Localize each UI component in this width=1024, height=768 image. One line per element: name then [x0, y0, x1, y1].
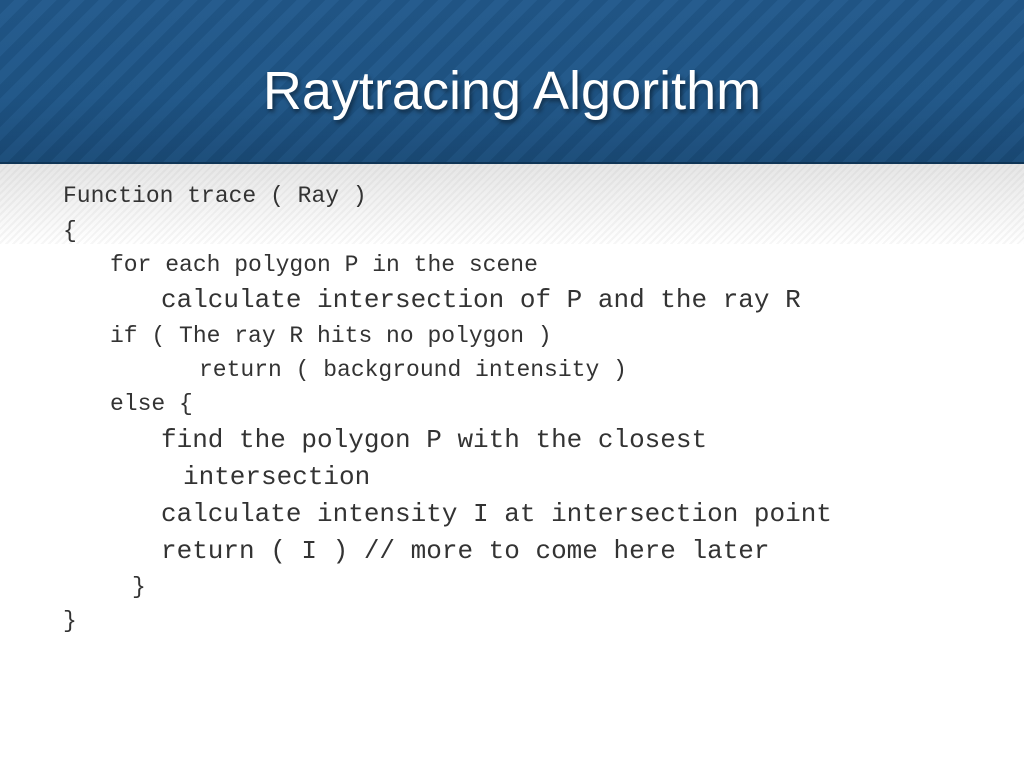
code-line-intersection-continued: intersection	[183, 462, 371, 492]
code-line-calculate-intersection: calculate intersection of P and the ray …	[161, 285, 801, 315]
code-line-for-each: for each polygon P in the scene	[110, 252, 538, 278]
code-line-open-brace: {	[63, 218, 77, 244]
pseudocode-block: Function trace ( Ray ) { for each polygo…	[0, 0, 1024, 768]
code-line-return-intensity: return ( I ) // more to come here later	[161, 536, 770, 566]
code-line-calculate-intensity: calculate intensity I at intersection po…	[161, 499, 832, 529]
code-line-return-background: return ( background intensity )	[199, 357, 627, 383]
code-line-close-brace: }	[63, 608, 77, 634]
code-line-if-no-hit: if ( The ray R hits no polygon )	[110, 323, 552, 349]
code-line-find-closest: find the polygon P with the closest	[161, 425, 708, 455]
code-line-function-signature: Function trace ( Ray )	[63, 183, 367, 209]
code-line-close-else-brace: }	[132, 574, 146, 600]
code-line-else: else {	[110, 391, 193, 417]
